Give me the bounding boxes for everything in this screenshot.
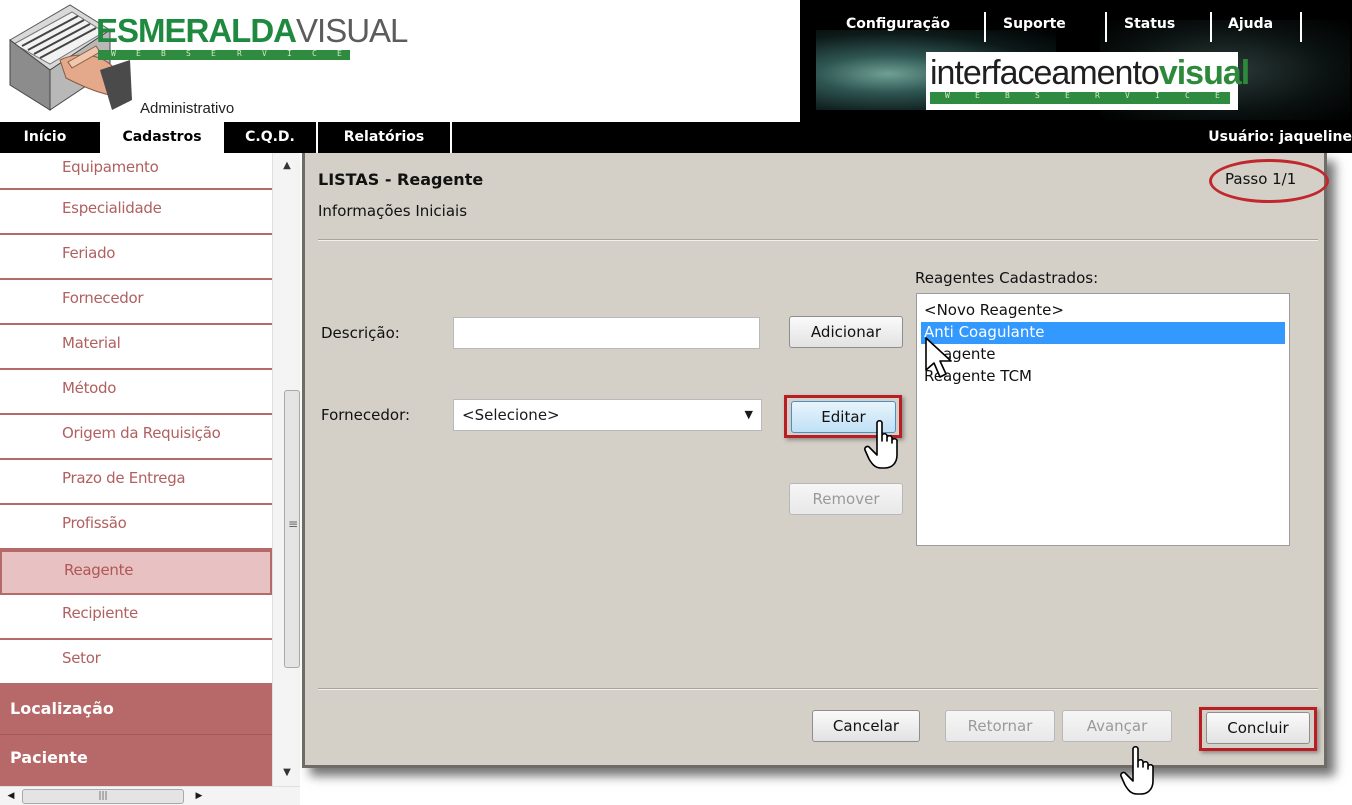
back-button[interactable]: Retornar xyxy=(945,710,1055,742)
menu-divider xyxy=(450,122,452,153)
status-link[interactable]: Status xyxy=(1124,16,1175,32)
sidebar: Equipamento Especialidade Feriado Fornec… xyxy=(0,153,300,805)
scroll-up-arrow-icon[interactable]: ▲ xyxy=(273,153,301,179)
header-banner: Configuração Suporte Status Ajuda interf… xyxy=(800,0,1352,122)
finish-button[interactable]: Concluir xyxy=(1206,712,1310,744)
scroll-right-arrow-icon[interactable]: ▶ xyxy=(190,787,208,805)
sidebar-item-prazo-entrega[interactable]: Prazo de Entrega xyxy=(0,460,272,505)
next-button[interactable]: Avançar xyxy=(1062,710,1172,742)
top-links: Configuração Suporte Status Ajuda xyxy=(800,0,1352,42)
top-link-divider xyxy=(1210,12,1212,42)
cancel-button[interactable]: Cancelar xyxy=(812,710,920,742)
partner-logo-part2: visual xyxy=(1158,54,1250,92)
brand-name-part2: VISUAL xyxy=(296,12,408,49)
remove-button[interactable]: Remover xyxy=(789,483,903,515)
tagline-letter: W xyxy=(945,91,950,100)
supplier-label: Fornecedor: xyxy=(321,406,411,424)
tagline-letter: R xyxy=(1095,91,1100,100)
brand-logo: ESMERALDAVISUAL W E B S E R V I C E xyxy=(96,12,408,62)
tagline-letter: E xyxy=(975,91,980,100)
tagline-letter: I xyxy=(287,49,292,58)
list-item-selected[interactable]: Anti Coagulante xyxy=(921,322,1285,344)
hand-cursor-icon xyxy=(1120,745,1154,795)
reagent-list-label: Reagentes Cadastrados: xyxy=(915,269,1099,287)
description-label: Descrição: xyxy=(321,324,400,342)
menu-divider xyxy=(316,122,318,153)
app-logo: ESMERALDAVISUAL W E B S E R V I C E Administrativ… xyxy=(0,0,408,122)
tagline-letter: B xyxy=(161,49,166,58)
tagline-letter: V xyxy=(262,49,267,58)
scrollbar-thumb[interactable]: ||| xyxy=(22,789,184,804)
tagline-letter: W xyxy=(111,49,116,58)
user-label: Usuário: jaqueline xyxy=(1208,129,1352,145)
list-item[interactable]: Reagente TCM xyxy=(921,366,1285,388)
scroll-down-arrow-icon[interactable]: ▼ xyxy=(273,760,301,786)
menu-inicio[interactable]: Início xyxy=(0,122,90,153)
supplier-select[interactable]: <Selecione> ▼ xyxy=(453,399,762,431)
tagline-letter: E xyxy=(136,49,141,58)
scroll-left-arrow-icon[interactable]: ◀ xyxy=(2,787,20,805)
brand-tagline-strip: WEBSERVICE xyxy=(98,49,350,60)
sidebar-item-setor[interactable]: Setor xyxy=(0,640,272,685)
sidebar-item-equipamento[interactable]: Equipamento xyxy=(0,153,272,190)
scrollbar-thumb[interactable]: ≡ xyxy=(284,390,300,668)
sidebar-item-fornecedor[interactable]: Fornecedor xyxy=(0,280,272,325)
help-link[interactable]: Ajuda xyxy=(1228,16,1273,32)
sidebar-item-metodo[interactable]: Método xyxy=(0,370,272,415)
top-link-divider xyxy=(1105,12,1107,42)
sidebar-item-origem-requisicao[interactable]: Origem da Requisição xyxy=(0,415,272,460)
partner-logo-part1: interfaceamento xyxy=(930,54,1160,92)
partner-tagline-strip: WEBSERVICE xyxy=(930,91,1230,104)
sidebar-item-profissao[interactable]: Profissão xyxy=(0,505,272,550)
reagent-dialog: LISTAS - Reagente Informações Iniciais P… xyxy=(302,153,1329,768)
arrow-cursor-icon xyxy=(925,337,952,378)
tagline-letter: I xyxy=(1155,91,1160,100)
tagline-letter: R xyxy=(237,49,242,58)
main-menu: Início Cadastros C.Q.D. Relatórios Usuár… xyxy=(0,122,1352,153)
sidebar-horizontal-scrollbar[interactable]: ◀ ||| ▶ xyxy=(0,786,300,805)
step-highlight-ellipse xyxy=(1209,159,1329,203)
tagline-letter: B xyxy=(1005,91,1010,100)
description-input[interactable] xyxy=(453,317,760,349)
supplier-selected-value: <Selecione> xyxy=(462,406,560,424)
hand-cursor-icon xyxy=(864,419,898,469)
sidebar-item-especialidade[interactable]: Especialidade xyxy=(0,190,272,235)
tagline-letter: V xyxy=(1125,91,1130,100)
divider xyxy=(318,688,1318,690)
config-link[interactable]: Configuração xyxy=(846,16,950,32)
add-button[interactable]: Adicionar xyxy=(789,316,903,348)
reagent-listbox[interactable]: <Novo Reagente> Anti Coagulante Reagente… xyxy=(916,293,1290,546)
tagline-letter: E xyxy=(337,49,342,58)
page-subtitle: Informações Iniciais xyxy=(318,202,468,220)
partner-logo: interfaceamentovisual W E B S E R V I C E xyxy=(926,52,1250,110)
top-link-divider xyxy=(1300,12,1302,42)
list-item[interactable]: <Novo Reagente> xyxy=(921,300,1285,322)
tagline-letter: S xyxy=(186,49,191,58)
top-link-divider xyxy=(984,12,986,42)
sidebar-item-material[interactable]: Material xyxy=(0,325,272,370)
menu-relatorios[interactable]: Relatórios xyxy=(320,122,448,153)
sidebar-vertical-scrollbar[interactable]: ▲ ≡ ▼ xyxy=(272,153,300,786)
dropdown-arrow-icon: ▼ xyxy=(744,408,753,421)
page-title: LISTAS - Reagente xyxy=(318,170,484,189)
menu-cqd[interactable]: C.Q.D. xyxy=(226,122,314,153)
tagline-letter: C xyxy=(312,49,317,58)
tagline-letter: E xyxy=(1065,91,1070,100)
tagline-letter: E xyxy=(211,49,216,58)
support-link[interactable]: Suporte xyxy=(1003,16,1066,32)
menu-cadastros[interactable]: Cadastros xyxy=(100,122,224,153)
area-label: Administrativo xyxy=(140,100,235,117)
tagline-letter: C xyxy=(1185,91,1190,100)
brand-name-part1: ESMERALDA xyxy=(96,12,297,49)
tagline-letter: E xyxy=(1215,91,1220,100)
list-item[interactable]: Reagente xyxy=(921,344,1285,366)
tagline-letter: S xyxy=(1035,91,1040,100)
sidebar-item-reagente[interactable]: Reagente xyxy=(0,550,272,595)
sidebar-item-recipiente[interactable]: Recipiente xyxy=(0,595,272,640)
divider xyxy=(318,239,1318,241)
sidebar-group-localizacao[interactable]: Localização xyxy=(0,685,272,735)
grip-icon: ≡ xyxy=(288,517,299,531)
sidebar-item-feriado[interactable]: Feriado xyxy=(0,235,272,280)
